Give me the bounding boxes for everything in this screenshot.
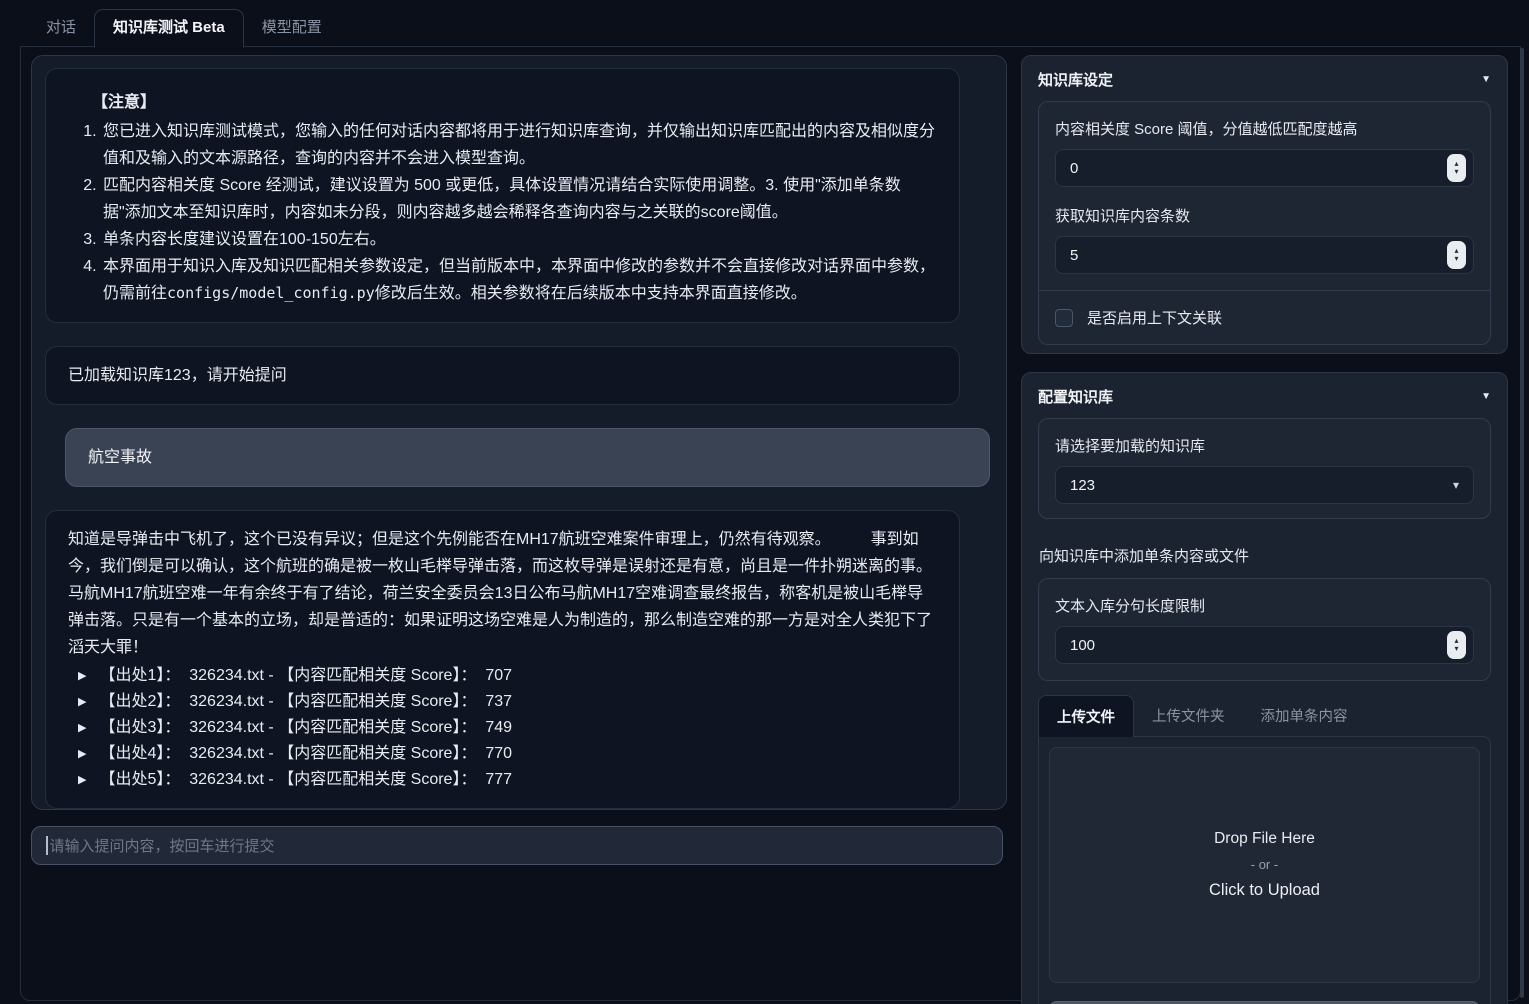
score-threshold-label: 内容相关度 Score 阈值，分值越低匹配度越高	[1055, 118, 1474, 139]
query-input-placeholder: 请输入提问内容，按回车进行提交	[50, 835, 275, 856]
file-dropzone[interactable]: Drop File Here - or - Click to Upload	[1049, 747, 1480, 983]
main-tab-nav: 对话 知识库测试 Beta 模型配置	[20, 9, 1521, 47]
number-spinner[interactable]: ▴▾	[1447, 631, 1466, 659]
source-toggle[interactable]: ▶ 【出处5】： 326234.txt - 【内容匹配相关度 Score】： 77…	[68, 767, 937, 793]
source-text: 【出处5】： 326234.txt - 【内容匹配相关度 Score】： 777	[99, 767, 512, 793]
config-path-code: configs/model_config.py	[167, 284, 375, 302]
kb-test-tab-content: 【注意】 您已进入知识库测试模式，您输入的任何对话内容都将用于进行知识库查询，并…	[20, 47, 1521, 1000]
upload-tab-nav: 上传文件 上传文件夹 添加单条内容	[1038, 695, 1491, 736]
topk-label: 获取知识库内容条数	[1055, 205, 1474, 226]
notice-item: 本界面用于知识入库及知识匹配相关参数设定，但当前版本中，本界面中修改的参数并不会…	[101, 253, 937, 307]
number-spinner[interactable]: ▴▾	[1447, 241, 1466, 269]
triangle-right-icon: ▶	[78, 663, 86, 689]
spinner-down-icon: ▾	[1454, 255, 1458, 263]
source-text: 【出处1】： 326234.txt - 【内容匹配相关度 Score】： 707	[99, 663, 512, 689]
source-toggle[interactable]: ▶ 【出处3】： 326234.txt - 【内容匹配相关度 Score】： 74…	[68, 715, 937, 741]
collapse-icon: ▼	[1481, 74, 1491, 85]
notice-list: 您已进入知识库测试模式，您输入的任何对话内容都将用于进行知识库查询，并仅输出知识…	[68, 118, 937, 307]
bot-answer-message: 知道是导弹击中飞机了，这个已没有异议；但是这个先例能否在MH17航班空难案件审理…	[45, 510, 960, 809]
notice-item: 匹配内容相关度 Score 经测试，建议设置为 500 或更低，具体设置情况请结…	[101, 172, 937, 226]
dropzone-line2: - or -	[1251, 857, 1278, 872]
tab-model-config[interactable]: 模型配置	[244, 10, 340, 47]
source-text: 【出处4】： 326234.txt - 【内容匹配相关度 Score】： 770	[99, 741, 512, 767]
kb-select-value: 123	[1070, 477, 1095, 494]
context-checkbox-row[interactable]: 是否启用上下文关联	[1039, 291, 1490, 344]
chatbot-panel[interactable]: 【注意】 您已进入知识库测试模式，您输入的任何对话内容都将用于进行知识库查询，并…	[31, 55, 1007, 810]
kb-settings-panel: 知识库设定 ▼ 内容相关度 Score 阈值，分值越低匹配度越高 ▴▾ 获取知识…	[1021, 55, 1508, 354]
triangle-right-icon: ▶	[78, 715, 86, 741]
notice-item: 您已进入知识库测试模式，您输入的任何对话内容都将用于进行知识库查询，并仅输出知识…	[101, 118, 937, 172]
split-length-group: 文本入库分句长度限制 ▴▾	[1038, 578, 1491, 681]
bot-loaded-message: 已加载知识库123，请开始提问	[45, 346, 960, 405]
tab-chat[interactable]: 对话	[28, 10, 94, 47]
notice-item: 单条内容长度建议设置在100-150左右。	[101, 226, 937, 253]
kb-select-group: 请选择要加载的知识库 123 ▾	[1038, 418, 1491, 519]
kb-settings-group: 内容相关度 Score 阈值，分值越低匹配度越高 ▴▾ 获取知识库内容条数 ▴▾	[1038, 101, 1491, 345]
score-threshold-input[interactable]	[1055, 149, 1474, 187]
tab-kb-test[interactable]: 知识库测试 Beta	[94, 9, 244, 48]
source-toggle[interactable]: ▶ 【出处2】： 326234.txt - 【内容匹配相关度 Score】： 73…	[68, 689, 937, 715]
dropzone-line1: Drop File Here	[1214, 830, 1315, 848]
chevron-down-icon: ▾	[1453, 478, 1459, 492]
spinner-down-icon: ▾	[1454, 645, 1458, 653]
source-text: 【出处2】： 326234.txt - 【内容匹配相关度 Score】： 737	[99, 689, 512, 715]
kb-select-dropdown[interactable]: 123 ▾	[1055, 466, 1474, 504]
tab-upload-folder[interactable]: 上传文件夹	[1134, 695, 1243, 736]
triangle-right-icon: ▶	[78, 767, 86, 793]
tab-upload-file[interactable]: 上传文件	[1038, 695, 1134, 737]
split-length-input[interactable]	[1055, 626, 1474, 664]
kb-settings-header[interactable]: 知识库设定 ▼	[1022, 56, 1507, 101]
upload-tab-content: Drop File Here - or - Click to Upload 上传…	[1038, 736, 1491, 1004]
source-list: ▶ 【出处1】： 326234.txt - 【内容匹配相关度 Score】： 70…	[68, 663, 937, 793]
answer-text: 知道是导弹击中飞机了，这个已没有异议；但是这个先例能否在MH17航班空难案件审理…	[68, 526, 937, 661]
number-spinner[interactable]: ▴▾	[1447, 154, 1466, 182]
kb-config-header[interactable]: 配置知识库 ▼	[1022, 373, 1507, 418]
kb-select-label: 请选择要加载的知识库	[1055, 435, 1474, 456]
right-column: 知识库设定 ▼ 内容相关度 Score 阈值，分值越低匹配度越高 ▴▾ 获取知识…	[1021, 55, 1508, 1000]
add-content-label: 向知识库中添加单条内容或文件	[1039, 545, 1490, 566]
source-toggle[interactable]: ▶ 【出处1】： 326234.txt - 【内容匹配相关度 Score】： 70…	[68, 663, 937, 689]
spinner-down-icon: ▾	[1454, 168, 1458, 176]
left-column: 【注意】 您已进入知识库测试模式，您输入的任何对话内容都将用于进行知识库查询，并…	[31, 55, 1007, 1000]
context-checkbox[interactable]	[1055, 309, 1073, 327]
topk-input[interactable]	[1055, 236, 1474, 274]
query-input[interactable]: 请输入提问内容，按回车进行提交	[31, 826, 1003, 865]
triangle-right-icon: ▶	[78, 741, 86, 767]
text-caret	[46, 836, 48, 855]
kb-config-title: 配置知识库	[1038, 386, 1113, 407]
kb-settings-title: 知识库设定	[1038, 69, 1113, 90]
context-checkbox-label: 是否启用上下文关联	[1087, 307, 1222, 328]
user-message: 航空事故	[65, 428, 990, 487]
split-length-label: 文本入库分句长度限制	[1055, 595, 1474, 616]
tab-add-single-content[interactable]: 添加单条内容	[1243, 695, 1366, 736]
source-text: 【出处3】： 326234.txt - 【内容匹配相关度 Score】： 749	[99, 715, 512, 741]
notice-message: 【注意】 您已进入知识库测试模式，您输入的任何对话内容都将用于进行知识库查询，并…	[45, 68, 960, 323]
source-toggle[interactable]: ▶ 【出处4】： 326234.txt - 【内容匹配相关度 Score】： 77…	[68, 741, 937, 767]
notice-title: 【注意】	[92, 89, 937, 116]
triangle-right-icon: ▶	[78, 689, 86, 715]
kb-config-panel: 配置知识库 ▼ 请选择要加载的知识库 123 ▾ 向知识库中添加单条内容或文件	[1021, 372, 1508, 1004]
dropzone-line3: Click to Upload	[1209, 881, 1320, 900]
collapse-icon: ▼	[1481, 391, 1491, 402]
